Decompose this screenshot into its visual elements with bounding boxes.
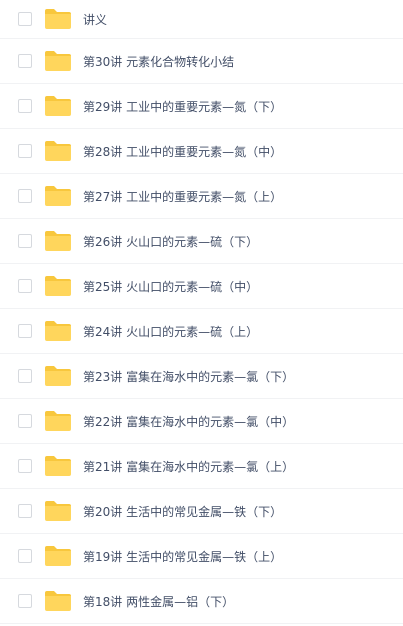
file-name[interactable]: 第28讲 工业中的重要元素—氮（中）	[83, 129, 282, 173]
file-name[interactable]: 第21讲 富集在海水中的元素—氯（上）	[83, 444, 294, 488]
row-checkbox[interactable]	[18, 594, 32, 608]
file-row[interactable]: 第28讲 工业中的重要元素—氮（中）	[0, 129, 403, 174]
row-checkbox[interactable]	[18, 369, 32, 383]
folder-icon	[44, 455, 72, 477]
folder-icon	[44, 230, 72, 252]
file-row[interactable]: 第18讲 两性金属—铝（下）	[0, 579, 403, 624]
file-row[interactable]: 第25讲 火山口的元素—硫（中）	[0, 264, 403, 309]
file-row[interactable]: 第24讲 火山口的元素—硫（上）	[0, 309, 403, 354]
row-checkbox[interactable]	[18, 99, 32, 113]
folder-icon	[44, 140, 72, 162]
file-row[interactable]: 第19讲 生活中的常见金属—铁（上）	[0, 534, 403, 579]
folder-icon	[44, 275, 72, 297]
file-name[interactable]: 讲义	[83, 0, 107, 38]
folder-icon	[44, 320, 72, 342]
file-name[interactable]: 第18讲 两性金属—铝（下）	[83, 579, 234, 623]
folder-icon	[44, 95, 72, 117]
folder-icon	[44, 185, 72, 207]
file-name[interactable]: 第25讲 火山口的元素—硫（中）	[83, 264, 258, 308]
file-list: 讲义 第30讲 元素化合物转化小结 第29讲 工业中的重要元素—氮（下） 第28…	[0, 0, 403, 626]
file-row[interactable]: 第21讲 富集在海水中的元素—氯（上）	[0, 444, 403, 489]
row-checkbox[interactable]	[18, 189, 32, 203]
file-name[interactable]: 第29讲 工业中的重要元素—氮（下）	[83, 84, 282, 128]
file-name[interactable]: 第27讲 工业中的重要元素—氮（上）	[83, 174, 282, 218]
folder-icon	[44, 500, 72, 522]
row-checkbox[interactable]	[18, 54, 32, 68]
file-row[interactable]: 第27讲 工业中的重要元素—氮（上）	[0, 174, 403, 219]
file-row[interactable]: 讲义	[0, 0, 403, 39]
folder-icon	[44, 545, 72, 567]
row-checkbox[interactable]	[18, 144, 32, 158]
folder-icon	[44, 590, 72, 612]
file-row[interactable]: 第20讲 生活中的常见金属—铁（下）	[0, 489, 403, 534]
file-name[interactable]: 第22讲 富集在海水中的元素—氯（中）	[83, 399, 294, 443]
folder-icon	[44, 410, 72, 432]
file-row[interactable]: 第26讲 火山口的元素—硫（下）	[0, 219, 403, 264]
row-checkbox[interactable]	[18, 549, 32, 563]
row-checkbox[interactable]	[18, 504, 32, 518]
row-checkbox[interactable]	[18, 279, 32, 293]
folder-icon	[44, 365, 72, 387]
file-name[interactable]: 第30讲 元素化合物转化小结	[83, 39, 234, 83]
file-row[interactable]: 第30讲 元素化合物转化小结	[0, 39, 403, 84]
row-checkbox[interactable]	[18, 414, 32, 428]
file-name[interactable]: 第20讲 生活中的常见金属—铁（下）	[83, 489, 282, 533]
row-checkbox[interactable]	[18, 459, 32, 473]
folder-icon	[44, 8, 72, 30]
file-name[interactable]: 第23讲 富集在海水中的元素—氯（下）	[83, 354, 294, 398]
file-row[interactable]: 第23讲 富集在海水中的元素—氯（下）	[0, 354, 403, 399]
file-name[interactable]: 第26讲 火山口的元素—硫（下）	[83, 219, 258, 263]
file-row[interactable]: 第29讲 工业中的重要元素—氮（下）	[0, 84, 403, 129]
file-row[interactable]: 第22讲 富集在海水中的元素—氯（中）	[0, 399, 403, 444]
file-name[interactable]: 第19讲 生活中的常见金属—铁（上）	[83, 534, 282, 578]
row-checkbox[interactable]	[18, 12, 32, 26]
row-checkbox[interactable]	[18, 324, 32, 338]
folder-icon	[44, 50, 72, 72]
file-name[interactable]: 第24讲 火山口的元素—硫（上）	[83, 309, 258, 353]
row-checkbox[interactable]	[18, 234, 32, 248]
